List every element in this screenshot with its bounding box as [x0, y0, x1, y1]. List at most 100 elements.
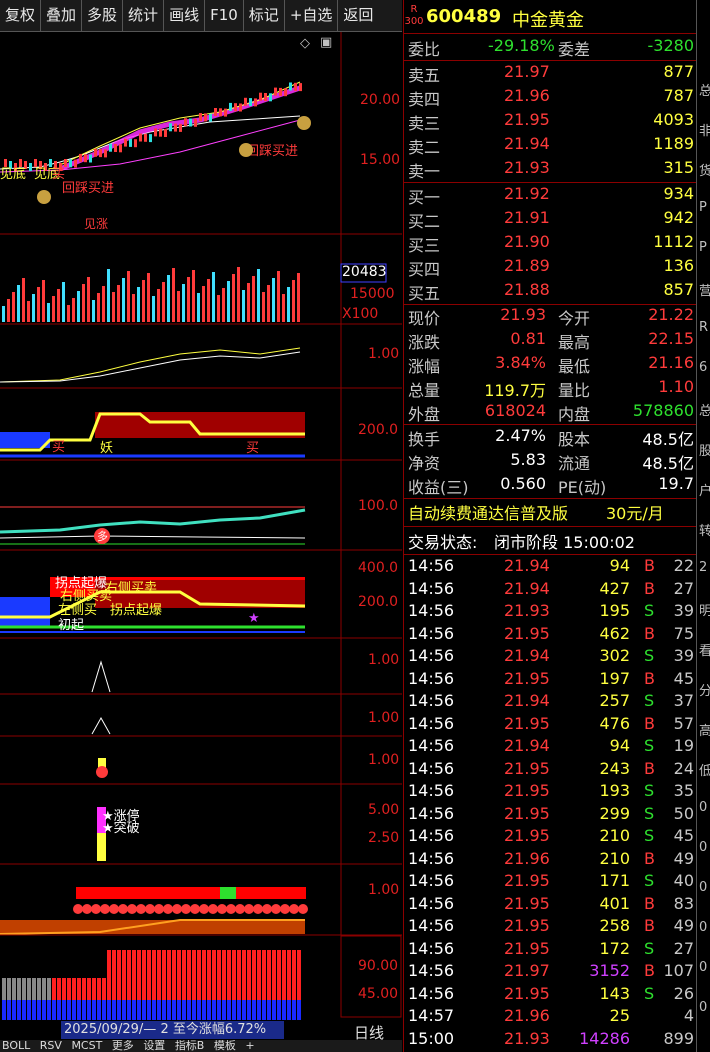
annotation-jianzhang: 见涨 [84, 216, 108, 231]
tick-row[interactable]: 15:00 21.93 14286 899 [408, 1029, 696, 1051]
tick-row[interactable]: 14:56 21.95 197 B 45 [408, 669, 696, 691]
tick-row[interactable]: 14:56 21.94 427 B 27 [408, 579, 696, 601]
ask-row[interactable]: 卖二 21.94 1189 [408, 134, 696, 158]
promo-text[interactable]: 自动续费通达信普及版 [408, 500, 568, 524]
tick-time: 14:56 [408, 961, 455, 980]
toolbar-button-f10[interactable]: F10 [205, 0, 244, 31]
tick-direction: B [644, 916, 655, 935]
tab-add[interactable]: + [245, 1040, 254, 1052]
tick-direction: B [644, 578, 655, 598]
bar-top [202, 950, 206, 1000]
promo-price[interactable]: 30元/月 [606, 500, 664, 524]
bar-top [157, 950, 161, 1000]
bid-row[interactable]: 买五 21.88 857 [408, 280, 696, 304]
tick-row[interactable]: 14:56 21.95 462 B 75 [408, 624, 696, 646]
ask-row[interactable]: 卖三 21.95 4093 [408, 110, 696, 134]
tick-row[interactable]: 14:56 21.95 171 S 40 [408, 871, 696, 893]
tick-volume: 257 [599, 691, 630, 710]
candle [159, 128, 162, 137]
tab-more[interactable]: 更多 [112, 1040, 134, 1052]
quote-label: 净资 [408, 454, 441, 473]
tick-count: 83 [673, 893, 694, 913]
tick-volume: 299 [599, 803, 630, 823]
bar-bottom [117, 1000, 121, 1020]
bid-row[interactable]: 买四 21.89 136 [408, 256, 696, 280]
tick-row[interactable]: 14:56 21.94 257 S 37 [408, 691, 696, 713]
tick-row[interactable]: 14:56 21.95 401 B 83 [408, 894, 696, 916]
tab-mcst[interactable]: MCST [71, 1040, 102, 1052]
volume-axis-label: 20483 [342, 264, 387, 280]
tick-count: 37 [673, 691, 694, 710]
tab-settings[interactable]: 设置 [143, 1040, 165, 1052]
tick-row[interactable]: 14:56 21.94 302 S 39 [408, 646, 696, 668]
tick-price: 21.94 [504, 646, 550, 665]
bar-bottom [47, 1000, 51, 1020]
tick-time: 14:56 [408, 556, 455, 575]
bar-top [117, 950, 121, 1000]
diamond-icon[interactable]: ◇ [300, 36, 310, 51]
tick-volume: 401 [599, 893, 630, 913]
tick-row[interactable]: 14:56 21.96 210 B 49 [408, 849, 696, 871]
tab-boll[interactable]: BOLL [2, 1040, 30, 1052]
bid-row[interactable]: 买一 21.92 934 [408, 184, 696, 208]
tick-row[interactable]: 14:56 21.94 94 S 19 [408, 736, 696, 758]
toolbar-button-statistics[interactable]: 统计 [123, 0, 165, 31]
toolbar-button-fuquan[interactable]: 复权 [0, 0, 42, 31]
edge-char: 0 [699, 960, 708, 975]
tick-count: 49 [673, 848, 694, 868]
bar-top [217, 950, 221, 1000]
tab-rsv[interactable]: RSV [40, 1040, 62, 1052]
tick-price: 21.95 [504, 781, 550, 800]
quote-value: 21.93 [500, 305, 546, 324]
tab-indicator-b[interactable]: 指标B [175, 1040, 205, 1052]
volume-bar [142, 280, 145, 322]
window-toggle-icon[interactable]: ▣ [320, 35, 332, 50]
tick-count: 26 [673, 983, 694, 1003]
toolbar-button-mark[interactable]: 标记 [244, 0, 285, 31]
ask-row[interactable]: 卖四 21.96 787 [408, 86, 696, 110]
edge-char: 明 [699, 604, 710, 619]
tick-row[interactable]: 14:56 21.95 476 B 57 [408, 714, 696, 736]
indicator-charts[interactable]: 回踩买进 回踩买进 见底 见底 买 见涨 买 妖 买 多 拐点起爆 右侧买卖 右… [0, 32, 402, 1052]
tab-template[interactable]: 模板 [214, 1040, 236, 1052]
tick-row[interactable]: 14:57 21.96 25 4 [408, 1006, 696, 1028]
bar-top [237, 950, 241, 1000]
toolbar-button-overlay[interactable]: 叠加 [41, 0, 83, 31]
toolbar-button-add-watchlist[interactable]: +自选 [285, 0, 339, 31]
tick-row[interactable]: 14:56 21.95 193 S 35 [408, 781, 696, 803]
tick-row[interactable]: 14:56 21.95 172 S 27 [408, 939, 696, 961]
tick-row[interactable]: 14:56 21.93 195 S 39 [408, 601, 696, 623]
bar-bottom [182, 1000, 186, 1020]
tick-row[interactable]: 14:56 21.95 143 S 26 [408, 984, 696, 1006]
tick-row[interactable]: 14:56 21.95 243 B 24 [408, 759, 696, 781]
volume-bar [37, 287, 40, 322]
tick-row[interactable]: 14:56 21.97 3152 B 107 [408, 961, 696, 983]
bid-volume: 857 [663, 280, 694, 299]
bid-row[interactable]: 买三 21.90 1112 [408, 232, 696, 256]
tick-row[interactable]: 14:56 21.94 94 B 22 [408, 556, 696, 578]
toolbar-button-multi-stock[interactable]: 多股 [82, 0, 124, 31]
edge-char: 总 [699, 84, 710, 99]
tick-direction: B [644, 713, 655, 733]
toolbar-button-draw-line[interactable]: 画线 [164, 0, 206, 31]
chart-canvas[interactable]: 回踩买进 回踩买进 见底 见底 买 见涨 买 妖 买 多 拐点起爆 右侧买卖 右… [0, 32, 402, 1052]
tick-time: 14:56 [408, 781, 455, 800]
bar-bottom [212, 1000, 216, 1020]
signal-dot [226, 904, 236, 914]
bar-bottom [197, 1000, 201, 1020]
toolbar-button-back[interactable]: 返回 [338, 0, 378, 31]
moneybag-icon [239, 143, 253, 157]
ask-row[interactable]: 卖一 21.93 315 [408, 158, 696, 182]
tick-time: 14:56 [408, 826, 455, 845]
tick-row[interactable]: 14:56 21.95 299 S 50 [408, 804, 696, 826]
axis-label: 1.00 [368, 882, 400, 898]
axis-label: 400.0 [358, 560, 399, 576]
tick-row[interactable]: 14:56 21.95 258 B 49 [408, 916, 696, 938]
promo-row[interactable]: 自动续费通达信普及版 30元/月 [408, 500, 696, 524]
tick-count: 19 [673, 736, 694, 755]
tick-row[interactable]: 14:56 21.95 210 S 45 [408, 826, 696, 848]
bid-row[interactable]: 买二 21.91 942 [408, 208, 696, 232]
ask-row[interactable]: 卖五 21.97 877 [408, 62, 696, 86]
bar-bottom [287, 1000, 291, 1020]
volume-bar [207, 279, 210, 322]
